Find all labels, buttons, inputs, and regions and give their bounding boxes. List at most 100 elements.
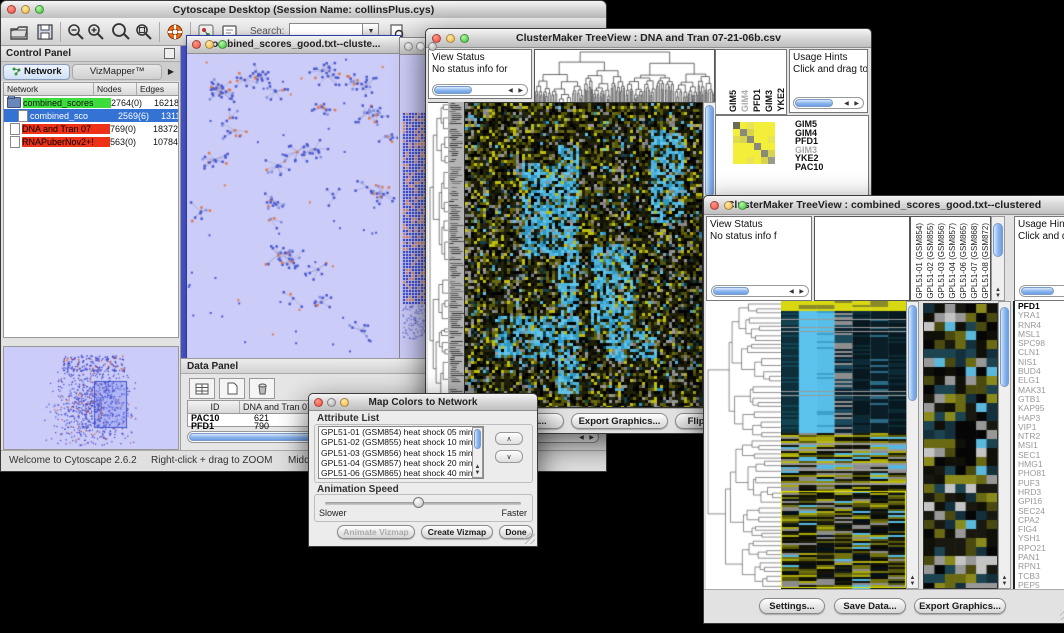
mini-heatmap-cell[interactable]	[747, 122, 754, 129]
open-session-icon[interactable]	[9, 22, 29, 42]
network-table-row[interactable]: DNA and Tran 07769(0)183728(0)	[4, 122, 178, 135]
help-lifering-icon[interactable]	[165, 22, 185, 42]
mini-heatmap-cell[interactable]	[733, 122, 740, 129]
mini-heatmap-cell[interactable]	[740, 122, 747, 129]
mini-heatmap-cell[interactable]	[768, 157, 775, 164]
tv2-column-dendrogram-area[interactable]	[814, 216, 910, 301]
mini-heatmap-cell[interactable]	[768, 143, 775, 150]
close-button[interactable]	[314, 398, 323, 407]
save-session-icon[interactable]	[35, 22, 55, 42]
zoom-fit-icon[interactable]	[110, 22, 130, 42]
attribute-list-item[interactable]: GPL51-06 (GSM865) heat shock 40 min	[321, 468, 483, 478]
mini-heatmap-cell[interactable]	[747, 129, 754, 136]
zoom-button[interactable]	[460, 34, 469, 43]
tv2-status-h-scrollbar[interactable]: ◀ ▶	[711, 285, 809, 297]
attribute-list-item[interactable]: GPL51-02 (GSM855) heat shock 10 min	[321, 437, 483, 447]
tv2-heatmap[interactable]	[781, 301, 906, 589]
zoom-button[interactable]	[35, 5, 44, 14]
tv2-labels-v-scrollbar[interactable]: ▲▼	[991, 216, 1005, 301]
tv1-heatmap[interactable]	[464, 102, 703, 408]
resize-grip[interactable]	[524, 533, 535, 544]
mini-heatmap-cell[interactable]	[733, 143, 740, 150]
attribute-list-item[interactable]: GPL51-03 (GSM856) heat shock 15 min	[321, 448, 483, 458]
tv2-hints-h-scrollbar[interactable]: ◀ ▶	[1019, 285, 1064, 297]
mini-heatmap-cell[interactable]	[768, 150, 775, 157]
mini-heatmap-cell[interactable]	[761, 129, 768, 136]
mini-heatmap-cell[interactable]	[768, 129, 775, 136]
tv1-mini-heatmap[interactable]	[733, 122, 775, 164]
tv2-heatmap-v-scrollbar[interactable]: ▲▼	[906, 301, 919, 589]
tv2-zoom-heatmap[interactable]	[923, 303, 998, 589]
tab-overflow-arrow[interactable]: ▶	[164, 67, 178, 76]
delete-attribute-icon[interactable]	[249, 378, 275, 399]
animate-vizmap-button[interactable]: Animate Vizmap	[337, 525, 415, 539]
attribute-up-button[interactable]: ∧	[495, 432, 523, 445]
col-header-network[interactable]: Network	[4, 83, 94, 95]
tab-vizmapper[interactable]: VizMapper™	[72, 64, 162, 80]
mini-heatmap-cell[interactable]	[761, 143, 768, 150]
minimize-button[interactable]	[21, 5, 30, 14]
mini-heatmap-cell[interactable]	[747, 136, 754, 143]
minimize-button[interactable]	[205, 40, 214, 49]
network-view-canvas[interactable]	[187, 54, 398, 357]
tv1-column-dendrogram[interactable]	[534, 49, 715, 104]
mini-heatmap-cell[interactable]	[754, 157, 761, 164]
mini-heatmap-cell[interactable]	[733, 157, 740, 164]
mini-heatmap-cell[interactable]	[754, 129, 761, 136]
tv2-gene-list[interactable]: PFD1YRA1RNR4MSL1SPC98CLN1NIS1BUD4ELG1MAK…	[1013, 301, 1064, 589]
mini-heatmap-cell[interactable]	[747, 157, 754, 164]
minimize-button[interactable]	[416, 42, 425, 51]
mini-heatmap-cell[interactable]	[761, 150, 768, 157]
attribute-list-scrollbar[interactable]: ▲▼	[472, 427, 483, 478]
mini-heatmap-cell[interactable]	[768, 136, 775, 143]
zoom-out-icon[interactable]	[66, 22, 86, 42]
mini-heatmap-cell[interactable]	[740, 129, 747, 136]
mini-heatmap-cell[interactable]	[761, 136, 768, 143]
minimize-button[interactable]	[724, 201, 733, 210]
zoom-selected-icon[interactable]	[134, 22, 154, 42]
mini-heatmap-cell[interactable]	[740, 143, 747, 150]
mini-heatmap-cell[interactable]	[754, 150, 761, 157]
mini-heatmap-cell[interactable]	[733, 136, 740, 143]
attribute-down-button[interactable]: ∨	[495, 450, 523, 463]
mini-heatmap-cell[interactable]	[747, 143, 754, 150]
close-button[interactable]	[192, 40, 201, 49]
gene-list-item[interactable]: PEP5	[1018, 581, 1064, 589]
network-overview-panel[interactable]	[3, 346, 179, 450]
mini-heatmap-cell[interactable]	[754, 122, 761, 129]
mini-heatmap-cell[interactable]	[747, 150, 754, 157]
tv1-row-dendrogram[interactable]	[428, 102, 448, 410]
zoom-button[interactable]	[428, 42, 437, 51]
zoom-button[interactable]	[340, 398, 349, 407]
create-vizmap-button[interactable]: Create Vizmap	[421, 525, 493, 539]
mini-heatmap-cell[interactable]	[761, 157, 768, 164]
tv2-export-graphics-button[interactable]: Export Graphics...	[914, 598, 1006, 614]
tv1-hints-h-scrollbar[interactable]: ◀ ▶	[793, 97, 864, 109]
minimize-button[interactable]	[327, 398, 336, 407]
col-header-edges[interactable]: Edges	[137, 83, 178, 95]
resize-grip[interactable]	[1060, 609, 1064, 620]
tv2-row-dendrogram[interactable]	[706, 301, 781, 589]
attribute-list-item[interactable]: GPL51-01 (GSM854) heat shock 05 min	[321, 427, 483, 437]
zoom-in-icon[interactable]	[86, 22, 106, 42]
mini-heatmap-cell[interactable]	[733, 129, 740, 136]
float-panel-icon[interactable]	[164, 48, 175, 59]
mini-heatmap-cell[interactable]	[740, 150, 747, 157]
mini-heatmap-cell[interactable]	[733, 150, 740, 157]
network-table-row[interactable]: combined_sco2569(6)13112(15)	[4, 109, 178, 122]
tab-network[interactable]: Network	[3, 64, 70, 80]
tv2-settings-button[interactable]: Settings...	[759, 598, 825, 614]
new-attribute-icon[interactable]	[219, 378, 245, 399]
attribute-list-item[interactable]: GPL51-04 (GSM857) heat shock 20 min	[321, 458, 483, 468]
tv2-save-data-button[interactable]: Save Data...	[834, 598, 906, 614]
network-table-row[interactable]: combined_scores2764(0)16218(0)	[4, 96, 178, 109]
slider-thumb[interactable]	[413, 497, 424, 508]
attribute-table-icon[interactable]	[189, 378, 215, 399]
tv1-gene-name-strip[interactable]	[448, 102, 464, 409]
datapanel-cell-id[interactable]: PFD1	[188, 422, 240, 430]
close-button[interactable]	[404, 42, 413, 51]
tv1-export-graphics-button[interactable]: Export Graphics...	[571, 413, 668, 429]
zoom-button[interactable]	[738, 201, 747, 210]
close-button[interactable]	[7, 5, 16, 14]
tv2-zoom-v-scrollbar[interactable]: ▲▼	[998, 301, 1011, 589]
